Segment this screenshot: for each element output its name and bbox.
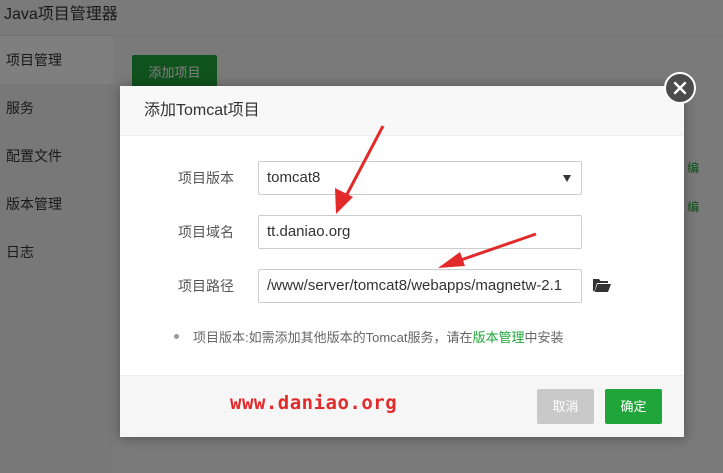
dialog-title: 添加Tomcat项目 — [120, 86, 684, 136]
confirm-button[interactable]: 确定 — [605, 389, 662, 424]
version-management-link[interactable]: 版本管理 — [473, 330, 525, 345]
folder-open-icon[interactable] — [593, 278, 611, 292]
path-label: 项目路径 — [178, 278, 234, 294]
hint-text: 项目版本:如需添加其他版本的Tomcat服务，请在 — [193, 330, 473, 345]
version-label: 项目版本 — [178, 170, 234, 186]
domain-row: 项目域名 tt.daniao.org — [120, 214, 684, 250]
bullet-icon — [174, 334, 179, 340]
version-hint: 项目版本:如需添加其他版本的Tomcat服务，请在版本管理中安装 — [174, 327, 564, 346]
watermark: www.daniao.org — [230, 392, 398, 414]
cancel-button[interactable]: 取消 — [537, 389, 594, 424]
close-icon[interactable] — [664, 72, 696, 104]
version-select-value: tomcat8 — [267, 169, 321, 186]
path-row: 项目路径 /www/server/tomcat8/webapps/magnetw… — [120, 268, 684, 304]
domain-label: 项目域名 — [178, 224, 234, 240]
version-row: 项目版本 tomcat8 — [120, 160, 684, 196]
path-input[interactable]: /www/server/tomcat8/webapps/magnetw-2.1 — [258, 269, 582, 303]
caret-down-icon — [563, 175, 571, 182]
domain-input[interactable]: tt.daniao.org — [258, 215, 582, 249]
add-tomcat-project-dialog: 添加Tomcat项目 项目版本 tomcat8 项目域名 tt.daniao.o… — [120, 86, 684, 437]
dialog-footer: 取消 确定 — [120, 375, 684, 437]
version-select[interactable]: tomcat8 — [258, 161, 582, 195]
hint-suffix: 中安装 — [524, 330, 564, 345]
